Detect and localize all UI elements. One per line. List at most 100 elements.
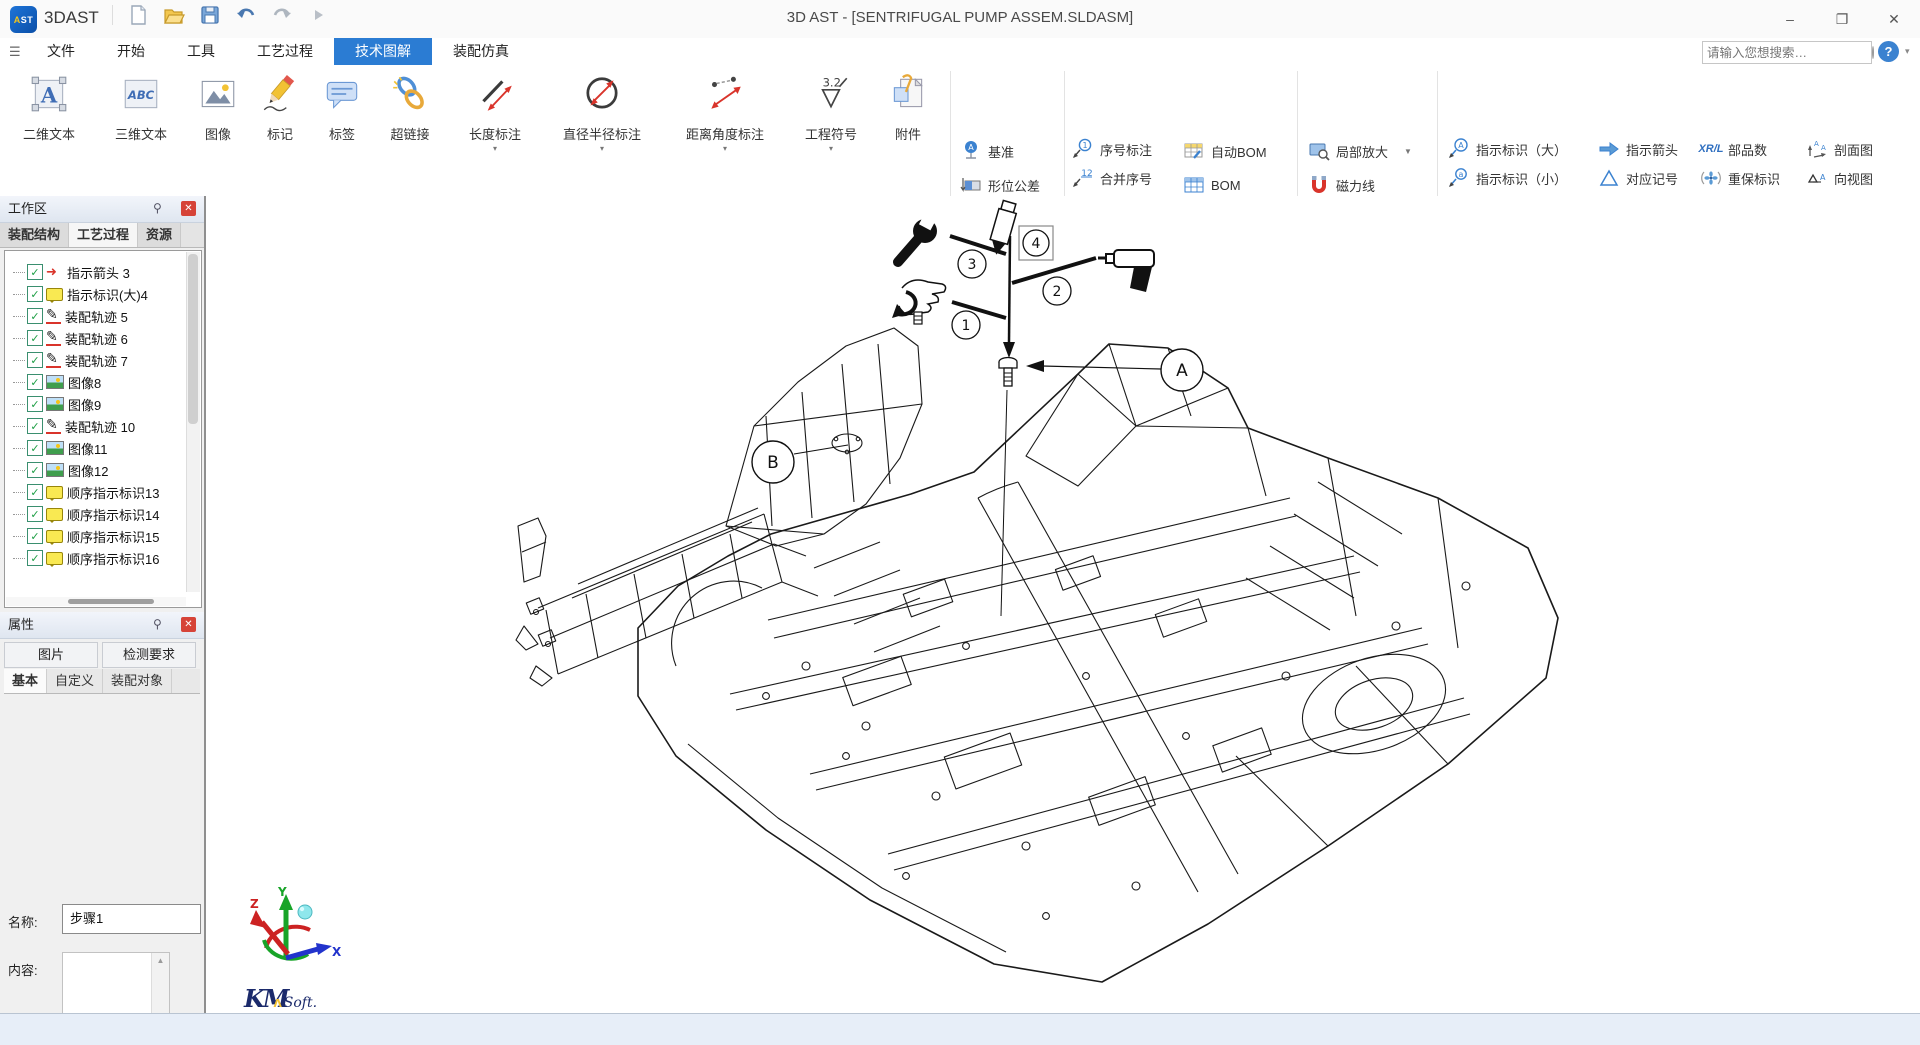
dropdown-caret-icon[interactable]: ▾ [793, 145, 869, 153]
callout-2[interactable]: 2 [1043, 277, 1071, 305]
svg-text:A: A [1814, 140, 1819, 148]
button-seq-label[interactable]: 1 序号标注 [1072, 135, 1152, 163]
trajectory-icon: ✎ [46, 330, 61, 346]
button-merge-seq[interactable]: 12 合并序号 [1072, 164, 1152, 192]
button-part-count[interactable]: XR/L 部品数 [1700, 135, 1767, 163]
image-item-icon [46, 463, 64, 477]
tab-resource[interactable]: 资源 [138, 223, 181, 247]
svg-text:ABC: ABC [127, 88, 155, 102]
tab-assembly-object[interactable]: 装配对象 [103, 669, 172, 693]
button-diameter-dim[interactable]: 直径半径标注 ▾ [548, 70, 656, 153]
workspace-tabs: 装配结构 工艺过程 资源 [0, 223, 204, 248]
dropdown-caret-icon[interactable]: ▾ [671, 145, 779, 153]
button-direction-view[interactable]: A 向视图 [1806, 164, 1873, 192]
dropdown-caret-icon[interactable]: ▼ [1404, 147, 1412, 156]
tab-tech-illustration[interactable]: 技术图解 [334, 38, 432, 65]
checkbox[interactable]: ✓ [27, 286, 43, 302]
tab-tools[interactable]: 工具 [166, 38, 236, 65]
button-bom[interactable]: BOM [1183, 171, 1241, 199]
tab-process[interactable]: 工艺过程 [69, 223, 138, 247]
button-indicator-large[interactable]: A 指示标识（大） [1448, 135, 1567, 163]
tab-process[interactable]: 工艺过程 [236, 38, 334, 65]
button-auto-bom[interactable]: 自动BOM [1183, 137, 1267, 165]
dropdown-caret-icon[interactable]: ▾ [455, 145, 535, 153]
search-icon[interactable] [1872, 46, 1874, 59]
button-engineering-symbol[interactable]: 3.2 工程符号 ▾ [793, 70, 869, 153]
button-corresponding-mark[interactable]: 对应记号 [1598, 164, 1678, 192]
button-form-tolerance[interactable]: 形位公差 [960, 171, 1040, 199]
checkbox[interactable]: ✓ [27, 462, 43, 478]
search-input[interactable] [1703, 46, 1872, 60]
ribbon: A 二维文本 ABC 三维文本 图像 标记 标签 超链接 长度标注 ▾ [0, 65, 1920, 197]
tab-assembly-structure[interactable]: 装配结构 [0, 223, 69, 247]
button-attachment[interactable]: 附件 [882, 70, 934, 143]
form-tolerance-icon [960, 174, 982, 196]
checkbox[interactable]: ✓ [27, 506, 43, 522]
tab-picture[interactable]: 图片 [4, 642, 98, 668]
tab-custom[interactable]: 自定义 [47, 669, 103, 693]
checkbox[interactable]: ✓ [27, 418, 43, 434]
tab-assembly-sim[interactable]: 装配仿真 [432, 38, 530, 65]
callout-1[interactable]: 1 [952, 311, 980, 339]
checkbox[interactable]: ✓ [27, 374, 43, 390]
tab-basic[interactable]: 基本 [4, 669, 47, 693]
tree-item: ✓顺序指示标识16 [5, 547, 159, 569]
callout-4[interactable]: 4 [1019, 226, 1053, 260]
checkbox[interactable]: ✓ [27, 396, 43, 412]
trajectory-icon: ✎ [46, 352, 61, 368]
close-button[interactable]: ✕ [1868, 0, 1920, 38]
menu-icon[interactable]: ☰ [9, 44, 21, 60]
marker-pencil-icon [254, 70, 306, 118]
tree-vertical-scrollbar[interactable] [186, 252, 200, 592]
button-local-zoom[interactable]: 局部放大 ▼ [1308, 137, 1412, 165]
checkbox[interactable]: ✓ [27, 308, 43, 324]
image-item-icon [46, 397, 64, 411]
button-indicator-small[interactable]: a 指示标识（小） [1448, 164, 1567, 192]
pin-icon[interactable]: ⚲ [153, 618, 166, 631]
button-marker[interactable]: 标记 [254, 70, 306, 143]
workspace-close-icon[interactable]: ✕ [181, 201, 196, 216]
tab-home[interactable]: 开始 [96, 38, 166, 65]
button-length-dim[interactable]: 长度标注 ▾ [455, 70, 535, 153]
button-distance-angle-dim[interactable]: 距离角度标注 ▾ [671, 70, 779, 153]
window-title: 3D AST - [SENTRIFUGAL PUMP ASSEM.SLDASM] [0, 9, 1920, 26]
pin-icon[interactable]: ⚲ [153, 202, 166, 215]
button-magnet-line[interactable]: 磁力线 [1308, 171, 1375, 199]
checkbox[interactable]: ✓ [27, 528, 43, 544]
title-bar: AASTST 3DAST 3D AST - [SENTRIFUGAL PUMP … [0, 0, 1920, 38]
button-2d-text[interactable]: A 二维文本 [9, 70, 89, 143]
scroll-up-icon[interactable]: ▲ [152, 953, 169, 968]
button-image[interactable]: 图像 [190, 70, 246, 143]
minimize-button[interactable]: – [1764, 0, 1816, 38]
callout-3[interactable]: 3 [958, 250, 986, 278]
button-3d-text[interactable]: ABC 三维文本 [101, 70, 181, 143]
maximize-button[interactable]: ❐ [1816, 0, 1868, 38]
properties-close-icon[interactable]: ✕ [181, 617, 196, 632]
content-textarea[interactable]: ▲ ▼ [62, 952, 170, 1013]
checkbox[interactable]: ✓ [27, 550, 43, 566]
button-indicator-arrow[interactable]: 指示箭头 [1598, 135, 1678, 163]
button-datum[interactable]: A 基准 [960, 137, 1014, 165]
toolbar-options-caret-icon[interactable]: ▾ [1905, 46, 1910, 57]
button-section-view[interactable]: AA 剖面图 [1806, 135, 1873, 163]
svg-text:Z: Z [250, 897, 259, 911]
checkbox[interactable]: ✓ [27, 330, 43, 346]
callout-a[interactable]: A [1026, 349, 1203, 391]
help-button[interactable]: ? [1878, 41, 1899, 62]
tab-inspection-requirement[interactable]: 检测要求 [102, 642, 196, 668]
checkbox[interactable]: ✓ [27, 484, 43, 500]
button-hyperlink[interactable]: 超链接 [376, 70, 444, 143]
drawing-canvas[interactable]: A B 1 2 3 4 [206, 196, 1920, 1013]
button-tag[interactable]: 标签 [316, 70, 368, 143]
checkbox[interactable]: ✓ [27, 352, 43, 368]
content-scrollbar[interactable]: ▲ ▼ [151, 953, 169, 1013]
button-heavy-insurance-mark[interactable]: 重保标识 [1700, 164, 1780, 192]
callout-b[interactable]: B [752, 441, 848, 483]
direction-view-icon: A [1806, 167, 1828, 189]
checkbox[interactable]: ✓ [27, 440, 43, 456]
tab-file[interactable]: 文件 [26, 38, 96, 65]
dropdown-caret-icon[interactable]: ▾ [548, 145, 656, 153]
tree-horizontal-scrollbar[interactable] [6, 597, 186, 606]
checkbox[interactable]: ✓ [27, 264, 43, 280]
name-input[interactable]: 步骤1 [62, 904, 201, 934]
